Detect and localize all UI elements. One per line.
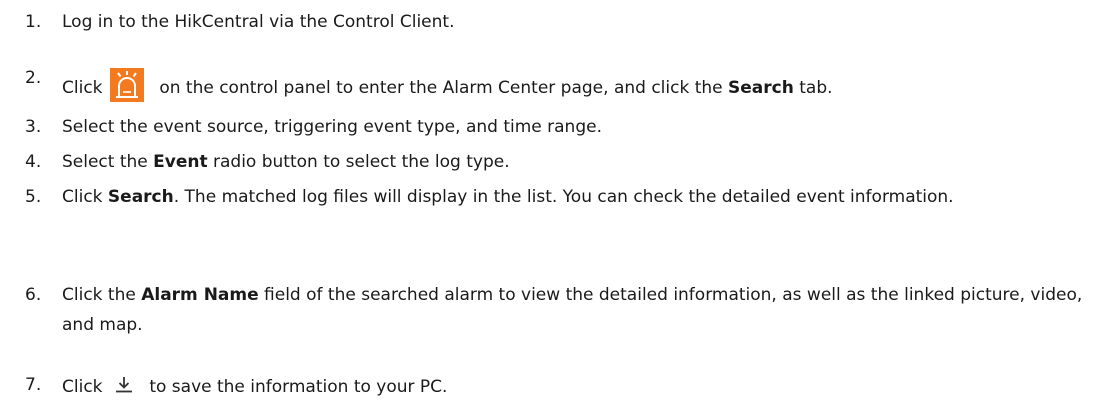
step-number: 7. xyxy=(25,375,42,395)
step-number: 6. xyxy=(25,285,42,305)
step-text-pre: Click xyxy=(62,187,108,207)
step-text-pre: Select the xyxy=(62,152,154,172)
step-text-post: to save the information to your PC. xyxy=(149,377,448,397)
step-text: Click on the control panel to enter the … xyxy=(62,68,833,102)
step-text-pre: Click the xyxy=(62,285,142,305)
step-text-tail: tab. xyxy=(793,78,833,98)
step-text-post: on the control panel to enter the Alarm … xyxy=(159,78,729,98)
step-text: Click to save the information to your PC… xyxy=(62,375,447,397)
step-text-post: radio button to select the log type. xyxy=(207,152,510,172)
step-text-pre: Click xyxy=(62,78,103,98)
step-text-bold: Event xyxy=(153,152,208,172)
step-text: Log in to the HikCentral via the Control… xyxy=(62,12,455,32)
download-icon[interactable] xyxy=(114,375,134,395)
step-text-post: . The matched log files will display in … xyxy=(173,187,954,207)
step-number: 4. xyxy=(25,152,42,172)
step-text-bold: Alarm Name xyxy=(141,285,259,305)
step-text-bold: Search xyxy=(728,78,794,98)
step-text: Click the Alarm Name field of the search… xyxy=(62,280,1112,340)
step-text-pre: Click xyxy=(62,377,103,397)
step-text: Select the Event radio button to select … xyxy=(62,152,510,172)
step-number: 3. xyxy=(25,117,42,137)
alarm-center-icon[interactable] xyxy=(109,68,144,102)
step-number: 2. xyxy=(25,68,42,88)
step-5: 5. Click Search. The matched log files w… xyxy=(0,182,1118,242)
step-number: 5. xyxy=(25,187,42,207)
step-text-bold: Search xyxy=(107,187,174,207)
step-number: 1. xyxy=(25,12,42,32)
step-6: 6. Click the Alarm Name field of the sea… xyxy=(0,280,1118,340)
step-text: Select the event source, triggering even… xyxy=(62,117,602,137)
step-text: Click Search. The matched log files will… xyxy=(62,182,1112,212)
